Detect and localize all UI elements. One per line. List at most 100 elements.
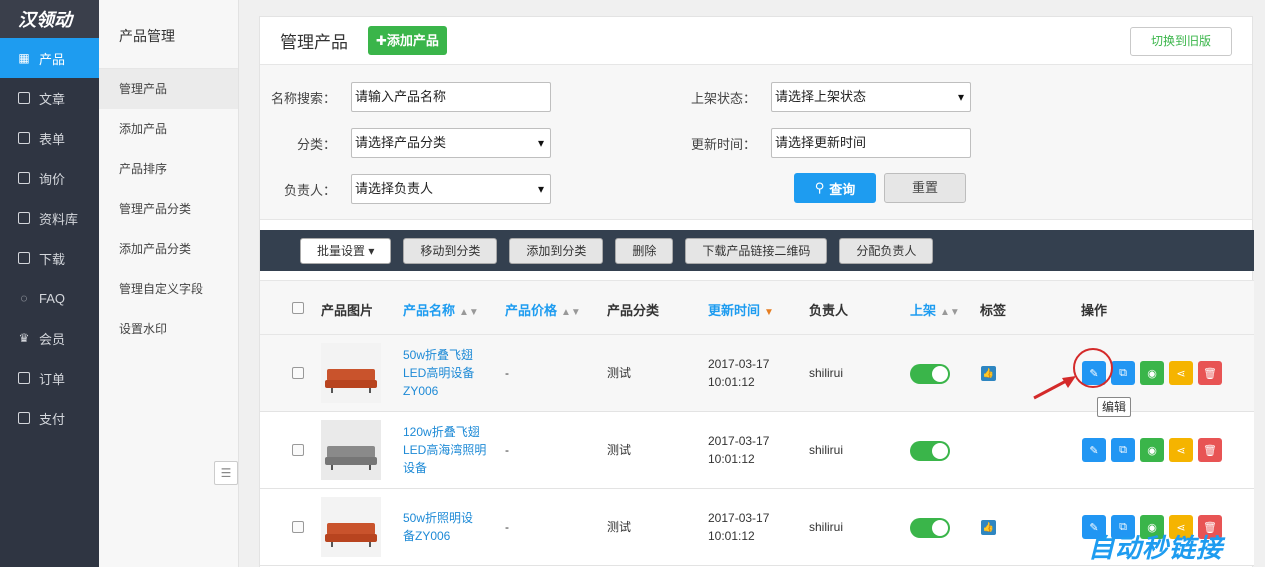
updated-time: 2017-03-17 10:01:12 [708, 511, 770, 543]
nav-item-library[interactable]: 资料库 [0, 198, 99, 238]
reset-button[interactable]: 重置 [884, 173, 966, 203]
batch-settings-button[interactable]: 批量设置 ▾ [300, 237, 392, 264]
sort-icon: ▲▼ [459, 307, 479, 318]
payment-icon [17, 411, 31, 425]
nav-item-inquiry[interactable]: 询价 [0, 158, 99, 198]
category-select[interactable]: 请选择产品分类 [351, 128, 551, 158]
col-actions: 操作 [1081, 303, 1108, 318]
col-tags: 标签 [980, 303, 1007, 318]
col-category: 产品分类 [607, 303, 660, 318]
name-search-input[interactable]: 请输入产品名称 [351, 82, 551, 112]
delete-button[interactable]: 删除 [615, 237, 674, 264]
publish-toggle[interactable] [910, 441, 950, 461]
product-price: - [505, 366, 509, 380]
nav-item-faq[interactable]: ◌ FAQ [0, 278, 99, 318]
copy-icon[interactable]: ⧉ [1111, 361, 1135, 385]
subnav-item-manage-categories[interactable]: 管理产品分类 [99, 189, 238, 229]
subnav-item-add-product[interactable]: 添加产品 [99, 109, 238, 149]
product-image [321, 497, 381, 557]
product-price: - [505, 520, 509, 534]
updated-label: 更新时间： [690, 136, 756, 152]
panel-header: 管理产品 ✚添加产品 切换到旧版 [260, 17, 1252, 65]
query-button[interactable]: ⚲ 查询 [794, 173, 876, 203]
subnav-item-custom-fields[interactable]: 管理自定义字段 [99, 269, 238, 309]
order-icon [17, 371, 31, 385]
product-name-link[interactable]: 50w折叠飞翅 LED高明设备 ZY006 [403, 346, 493, 400]
row-checkbox[interactable] [292, 444, 304, 456]
updated-time: 2017-03-17 10:01:12 [708, 434, 770, 466]
product-price: - [505, 443, 509, 457]
trash-icon[interactable]: 🗑 [1198, 361, 1222, 385]
subnav-item-watermark[interactable]: 设置水印 [99, 309, 238, 349]
database-icon [17, 211, 31, 225]
updated-time-input[interactable]: 请选择更新时间 [771, 128, 971, 158]
page-title: 管理产品 [280, 33, 348, 52]
col-updated[interactable]: 更新时间 ▼ [708, 300, 774, 319]
row-checkbox[interactable] [292, 367, 304, 379]
chat-icon: ◌ [20, 291, 28, 305]
add-to-category-button[interactable]: 添加到分类 [509, 237, 604, 264]
sort-desc-icon: ▼ [764, 307, 774, 318]
col-name[interactable]: 产品名称 ▲▼ [403, 300, 479, 319]
main-nav: 汉领动 ||| ▦产品 文章 表单 询价 资料库 下载 ◌FAQ ♛会员 订单 … [0, 0, 690, 567]
status-select[interactable]: 请选择上架状态 [771, 82, 971, 112]
updated-time: 2017-03-17 10:01:12 [708, 357, 770, 389]
clipboard-icon [17, 131, 31, 145]
nav-item-articles[interactable]: 文章 [0, 78, 99, 118]
plus-icon: ✚ [376, 33, 387, 48]
collapse-sidebar-icon[interactable]: ☰ [214, 461, 238, 485]
filter-panel: 名称搜索： 请输入产品名称 分类： 请选择产品分类 负责人： 请选择负责人 上架… [260, 65, 1252, 220]
copy-icon[interactable]: ⧉ [1111, 438, 1135, 462]
thumbs-up-icon[interactable]: 👍 [981, 366, 996, 381]
col-owner: 负责人 [809, 303, 849, 318]
product-image [321, 343, 381, 403]
view-icon[interactable]: ◉ [1140, 361, 1164, 385]
col-status[interactable]: 上架 ▲▼ [910, 300, 960, 319]
trash-icon[interactable]: 🗑 [1198, 438, 1222, 462]
logo: 汉领动 [0, 0, 99, 38]
nav-item-download[interactable]: 下载 [0, 238, 99, 278]
table-header: 产品图片 产品名称 ▲▼ 产品价格 ▲▼ 产品分类 更新时间 ▼ 负责人 上架 ▲▼ 标… [260, 280, 1254, 335]
subnav-item-product-sort[interactable]: 产品排序 [99, 149, 238, 189]
thumbs-up-icon[interactable]: 👍 [981, 520, 996, 535]
product-name-link[interactable]: 120w折叠飞翅 LED高海湾照明 设备 [403, 423, 493, 477]
select-all-checkbox[interactable] [292, 302, 304, 314]
name-search-label: 名称搜索： [270, 90, 336, 106]
share-icon[interactable]: ⋖ [1169, 361, 1193, 385]
move-to-category-button[interactable]: 移动到分类 [403, 237, 498, 264]
main-panel: 管理产品 ✚添加产品 切换到旧版 名称搜索： 请输入产品名称 分类： 请选择产品… [259, 16, 1254, 567]
product-name-link[interactable]: 50w折照明设 备ZY006 [403, 509, 493, 545]
col-price[interactable]: 产品价格 ▲▼ [505, 300, 581, 319]
nav-item-forms[interactable]: 表单 [0, 118, 99, 158]
product-owner: shilirui [809, 443, 844, 457]
article-icon [17, 91, 31, 105]
col-image: 产品图片 [321, 303, 374, 318]
assign-owner-button[interactable]: 分配负责人 [839, 237, 934, 264]
switch-old-version-button[interactable]: 切换到旧版 [1130, 27, 1232, 56]
nav-item-payment[interactable]: 支付 [0, 398, 99, 438]
product-category: 测试 [607, 366, 632, 380]
subnav-item-manage-products[interactable]: 管理产品 [99, 69, 238, 109]
nav-item-members[interactable]: ♛ 会员 [0, 318, 99, 358]
download-qr-button[interactable]: 下载产品链接二维码 [685, 237, 828, 264]
add-product-button[interactable]: ✚添加产品 [368, 26, 447, 55]
edit-tooltip: 编辑 [1097, 397, 1131, 417]
owner-label: 负责人： [283, 182, 336, 198]
nav-item-orders[interactable]: 订单 [0, 358, 99, 398]
sort-icon: ▲▼ [940, 307, 960, 318]
crown-icon: ♛ [18, 331, 30, 345]
product-image [321, 420, 381, 480]
publish-toggle[interactable] [910, 518, 950, 538]
row-checkbox[interactable] [292, 521, 304, 533]
view-icon[interactable]: ◉ [1140, 438, 1164, 462]
product-category: 测试 [607, 443, 632, 457]
nav-item-products[interactable]: ▦ 产品 [0, 38, 99, 78]
share-icon[interactable]: ⋖ [1169, 438, 1193, 462]
publish-toggle[interactable] [910, 364, 950, 384]
product-owner: shilirui [809, 366, 844, 380]
owner-select[interactable]: 请选择负责人 [351, 174, 551, 204]
edit-icon[interactable]: ✎ [1082, 438, 1106, 462]
watermark: 自动秒链接 [1088, 533, 1224, 563]
subnav-item-add-category[interactable]: 添加产品分类 [99, 229, 238, 269]
subnav-title: 产品管理 [99, 0, 238, 69]
